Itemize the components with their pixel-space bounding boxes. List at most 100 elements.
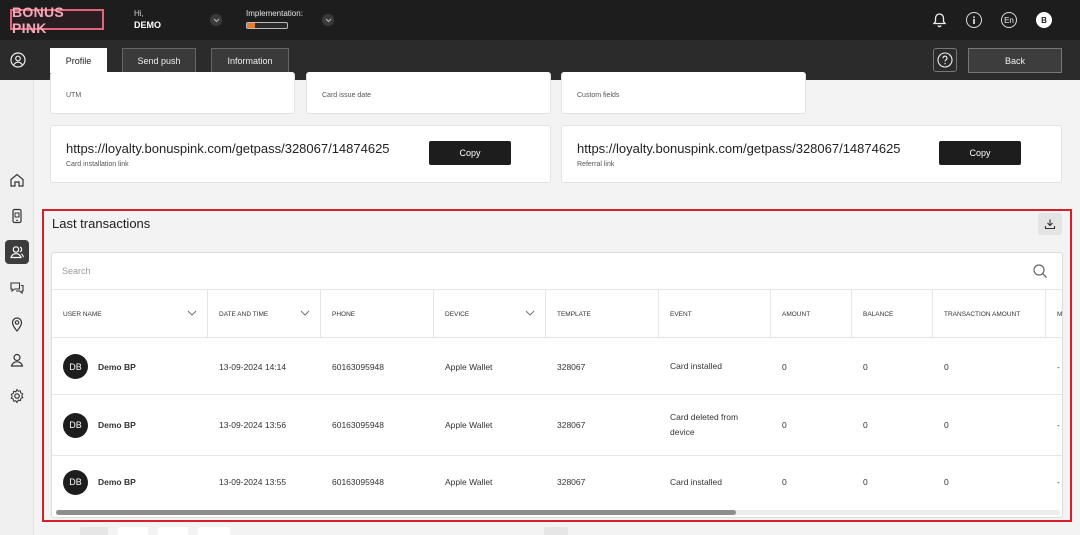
- column-header-label: TRANSACTION AMOUNT: [944, 310, 1021, 318]
- event-cell: Card installed: [670, 361, 722, 371]
- column-header-label: AMOUNT: [782, 310, 811, 318]
- amount-cell: 0: [782, 361, 787, 372]
- installation-link-label: Card installation link: [66, 161, 129, 168]
- balance-cell: 0: [863, 420, 868, 430]
- brand-logo[interactable]: BONUS PINK: [10, 4, 104, 36]
- referral-link-label: Referral link: [577, 161, 615, 168]
- mobile-card-icon[interactable]: [7, 206, 27, 226]
- column-header-label: DEVICE: [445, 310, 470, 318]
- bell-icon[interactable]: [931, 12, 947, 28]
- table-row[interactable]: DB Demo BP 13-09-2024 14:14 60163095948 …: [52, 339, 1062, 395]
- home-icon[interactable]: [7, 170, 27, 190]
- user-icon[interactable]: [7, 350, 27, 370]
- gear-icon[interactable]: [7, 386, 27, 406]
- account-name[interactable]: DEMO: [134, 20, 161, 30]
- transaction-amount-cell: 0: [944, 477, 949, 487]
- installation-link-url: https://loyalty.bonuspink.com/getpass/32…: [66, 141, 390, 156]
- help-button[interactable]: [933, 48, 957, 72]
- custom-fields-label: Custom fields: [577, 92, 620, 99]
- back-button[interactable]: Back: [968, 48, 1062, 73]
- transaction-amount-cell: 0: [944, 420, 949, 430]
- pagination-button[interactable]: [198, 527, 230, 535]
- template-cell: 328067: [557, 477, 586, 487]
- column-header-label: M: [1057, 310, 1063, 318]
- pagination-button[interactable]: [158, 527, 188, 535]
- column-header-label: TEMPLATE: [557, 310, 591, 318]
- information-button[interactable]: Information: [211, 48, 289, 73]
- column-header-date-time[interactable]: DATE AND TIME: [208, 290, 321, 338]
- user-cell: DB Demo BP: [52, 395, 208, 455]
- search-bar: [52, 253, 1062, 290]
- amount-cell: 0: [782, 420, 787, 430]
- event-cell: Card installed: [670, 476, 722, 487]
- utm-label: UTM: [66, 92, 82, 99]
- chat-icon[interactable]: [7, 278, 27, 298]
- table-header: USER NAME DATE AND TIME PHONE DEVICE TEM…: [52, 290, 1062, 338]
- column-header-event[interactable]: EVENT: [659, 290, 771, 338]
- implementation-progress-fill: [247, 23, 255, 28]
- phone-cell: 60163095948: [332, 477, 385, 487]
- column-header-phone[interactable]: PHONE: [321, 290, 434, 338]
- column-header-user-name[interactable]: USER NAME: [52, 290, 208, 338]
- transaction-amount-cell: 0: [944, 361, 949, 372]
- card-issue-date-label: Card issue date: [322, 92, 372, 99]
- download-button[interactable]: [1038, 213, 1062, 235]
- event-cell: Card deleted from device: [670, 412, 739, 437]
- device-cell: Apple Wallet: [445, 420, 493, 430]
- language-icon[interactable]: En: [1001, 12, 1017, 28]
- user-profile-icon[interactable]: [10, 52, 26, 68]
- template-cell: 328067: [557, 420, 586, 430]
- column-header-amount[interactable]: AMOUNT: [771, 290, 852, 338]
- user-avatar: DB: [63, 412, 88, 438]
- users-icon[interactable]: [5, 240, 29, 264]
- profile-tab[interactable]: Profile: [50, 48, 107, 73]
- column-header-template[interactable]: TEMPLATE: [546, 290, 659, 338]
- top-bar: BONUS PINK Hi, DEMO Implementation: En B: [0, 0, 1080, 40]
- implementation-progress-bar: [246, 22, 288, 29]
- more-cell: -: [1057, 477, 1060, 487]
- datetime-cell: 13-09-2024 14:14: [219, 361, 287, 372]
- referral-link-url: https://loyalty.bonuspink.com/getpass/32…: [577, 141, 901, 156]
- user-name[interactable]: Demo BP: [98, 420, 136, 430]
- copy-installation-link-button[interactable]: Copy: [429, 141, 511, 165]
- copy-referral-link-button[interactable]: Copy: [939, 141, 1021, 165]
- amount-cell: 0: [782, 477, 787, 487]
- custom-fields-card: Custom fields: [561, 72, 806, 114]
- column-header-balance[interactable]: BALANCE: [852, 290, 933, 338]
- more-cell: -: [1057, 361, 1060, 372]
- column-header-transaction-amount[interactable]: TRANSACTION AMOUNT: [933, 290, 1046, 338]
- search-icon[interactable]: [1032, 263, 1048, 279]
- account-chevron-down-icon[interactable]: [210, 14, 222, 26]
- phone-cell: 60163095948: [332, 420, 385, 430]
- search-input[interactable]: [62, 263, 962, 279]
- user-avatar: DB: [63, 354, 88, 379]
- sidebar: [0, 80, 34, 535]
- user-name[interactable]: Demo BP: [98, 362, 136, 372]
- balance-cell: 0: [863, 361, 868, 372]
- transactions-table: USER NAME DATE AND TIME PHONE DEVICE TEM…: [51, 252, 1063, 518]
- pagination-button[interactable]: [80, 527, 108, 535]
- card-issue-date-card: Card issue date: [306, 72, 551, 114]
- user-cell: DB Demo BP: [52, 456, 208, 508]
- info-icon[interactable]: [966, 12, 982, 28]
- column-header-device[interactable]: DEVICE: [434, 290, 546, 338]
- implementation-chevron-down-icon[interactable]: [322, 14, 334, 26]
- column-header-label: PHONE: [332, 310, 356, 318]
- avatar[interactable]: B: [1036, 12, 1052, 28]
- implementation-label: Implementation:: [246, 9, 303, 18]
- user-cell: DB Demo BP: [52, 339, 208, 394]
- column-header-label: DATE AND TIME: [219, 310, 269, 318]
- utm-card: UTM: [50, 72, 295, 114]
- balance-cell: 0: [863, 477, 868, 487]
- section-title: Last transactions: [52, 216, 151, 231]
- table-row[interactable]: DB Demo BP 13-09-2024 13:55 60163095948 …: [52, 456, 1062, 508]
- pagination-button[interactable]: [118, 527, 148, 535]
- send-push-button[interactable]: Send push: [122, 48, 196, 73]
- table-row[interactable]: DB Demo BP 13-09-2024 13:56 60163095948 …: [52, 395, 1062, 456]
- scrollbar-thumb[interactable]: [56, 510, 736, 515]
- horizontal-scrollbar[interactable]: [56, 510, 1060, 515]
- pagination-button[interactable]: [544, 527, 568, 535]
- user-name[interactable]: Demo BP: [98, 477, 136, 487]
- column-header-more[interactable]: M: [1046, 290, 1063, 338]
- location-icon[interactable]: [7, 314, 27, 334]
